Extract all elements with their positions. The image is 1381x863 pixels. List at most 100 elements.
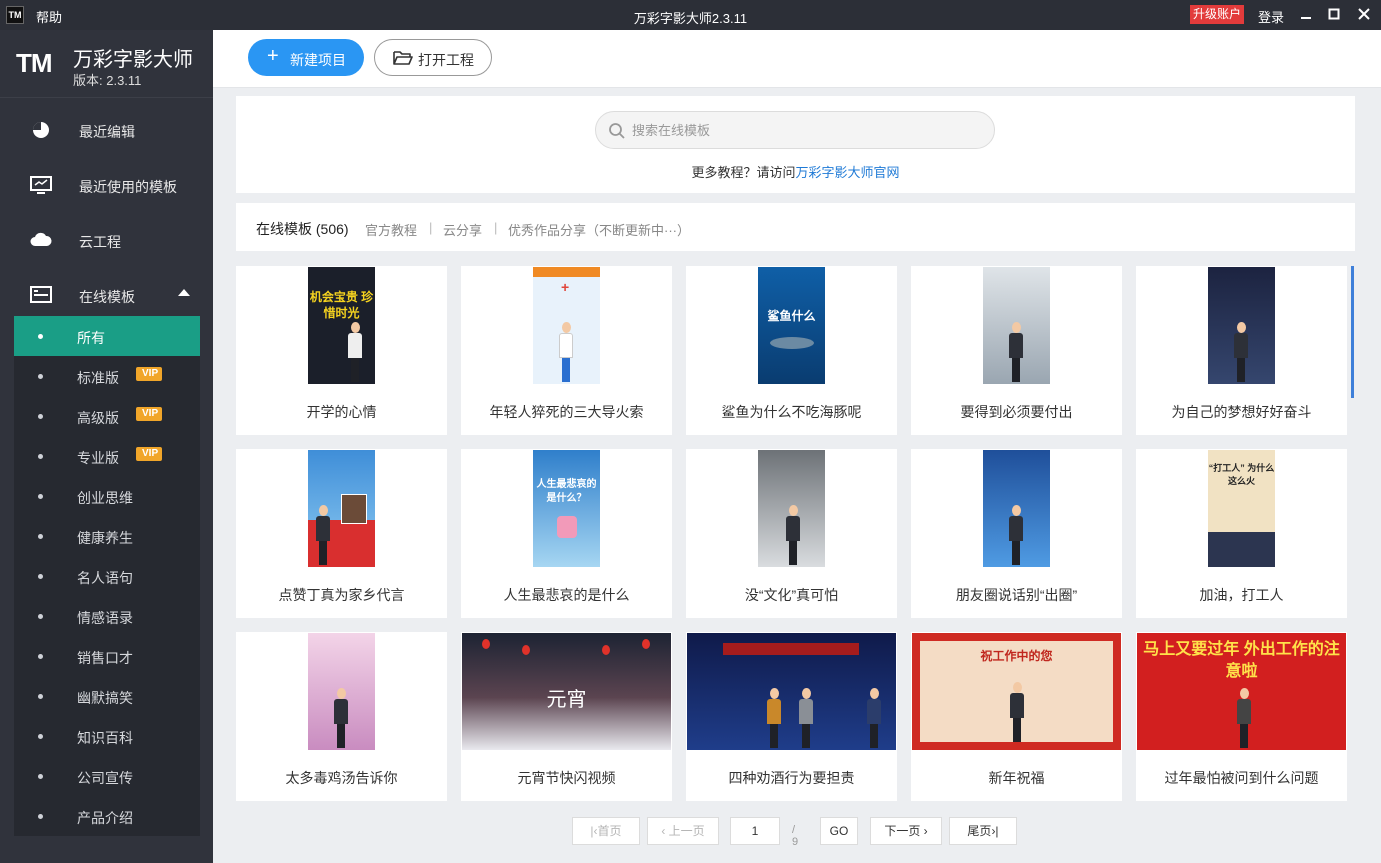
new-project-label: 新建项目 — [290, 52, 346, 68]
thumbnail-text: 人生最悲哀的 是什么？ — [536, 479, 597, 504]
search-input[interactable] — [632, 120, 972, 140]
bullet-icon — [38, 654, 43, 659]
next-page-button[interactable]: 下一页 › — [870, 817, 942, 845]
thumbnail-text: 机会宝贵 珍惜时光 — [309, 290, 374, 320]
upgrade-account-button[interactable]: 升级账户 — [1190, 5, 1245, 24]
template-title: 年轻人猝死的三大导火索 — [489, 404, 644, 420]
template-card[interactable]: 马上又要过年 外出工作的注意啦 过年最怕被问到什么问题 — [1136, 632, 1347, 801]
tab-cloud-share[interactable]: 云分享 — [443, 220, 482, 239]
character-figure — [799, 688, 813, 748]
category-label: 高级版 — [77, 410, 119, 426]
thumbnail-text: 马上又要过年 外出工作的注意啦 — [1143, 641, 1340, 680]
template-thumbnail — [308, 633, 375, 750]
nav-item-cloud-project[interactable]: 云工程 — [0, 212, 213, 267]
grid-scrollbar[interactable] — [1351, 266, 1354, 398]
last-page-button[interactable]: 尾页›| — [949, 817, 1017, 845]
tab-separator: | — [494, 220, 498, 235]
category-label: 销售口才 — [77, 650, 133, 666]
template-card[interactable]: 要得到必须要付出 — [911, 266, 1122, 435]
template-title: 加油，打工人 — [1199, 587, 1284, 603]
minimize-icon[interactable] — [1296, 5, 1316, 25]
nav-item-recent-templates[interactable]: 最近使用的模板 — [0, 157, 213, 212]
template-thumbnail: 元宵 — [462, 633, 671, 750]
prev-page-label: 上一页 — [668, 824, 705, 838]
thumbnail-text: 祝工作中的您 — [980, 649, 1053, 663]
open-project-button[interactable]: 打开工程 — [374, 39, 492, 76]
template-grid: 机会宝贵 珍惜时光 开学的心情 + 年轻人猝死的三大导火索 鲨鱼什么 鲨鱼为什么… — [236, 266, 1355, 801]
character-figure — [1237, 688, 1251, 748]
bullet-icon — [38, 814, 43, 819]
template-title: 太多毒鸡汤告诉你 — [285, 770, 398, 786]
template-title: 要得到必须要付出 — [960, 404, 1073, 420]
category-sales[interactable]: 销售口才 — [14, 636, 200, 676]
official-site-link[interactable]: 万彩字影大师官网 — [796, 165, 900, 180]
go-page-button[interactable]: GO — [820, 817, 858, 845]
template-card[interactable]: 机会宝贵 珍惜时光 开学的心情 — [236, 266, 447, 435]
bullet-icon — [38, 534, 43, 539]
tab-showcase[interactable]: 优秀作品分享（不断更新中···） — [508, 220, 690, 239]
template-thumbnail — [983, 267, 1050, 384]
category-health[interactable]: 健康养生 — [14, 516, 200, 556]
maximize-icon[interactable] — [1324, 5, 1344, 25]
open-project-label: 打开工程 — [418, 52, 474, 68]
bullet-icon — [38, 734, 43, 739]
bullet-icon — [38, 774, 43, 779]
template-card[interactable]: 没“文化”真可怕 — [686, 449, 897, 618]
template-title: 朋友圈说话别“出圈” — [955, 587, 1078, 603]
template-card[interactable]: 点赞丁真为家乡代言 — [236, 449, 447, 618]
nav-label: 云工程 — [79, 234, 121, 250]
template-card[interactable]: 太多毒鸡汤告诉你 — [236, 632, 447, 801]
page-number-input[interactable]: 1 — [730, 817, 780, 845]
bullet-icon — [38, 374, 43, 379]
tab-online-templates[interactable]: 在线模板 (506) — [256, 219, 349, 239]
tab-official-tutorials[interactable]: 官方教程 — [365, 220, 417, 239]
template-card[interactable]: 四种劝酒行为要担责 — [686, 632, 897, 801]
template-card[interactable]: 元宵 元宵节快闪视频 — [461, 632, 672, 801]
category-startup-thinking[interactable]: 创业思维 — [14, 476, 200, 516]
category-all[interactable]: 所有 — [14, 316, 200, 356]
collapse-caret-icon[interactable] — [178, 289, 190, 296]
template-title: 为自己的梦想好好奋斗 — [1171, 404, 1312, 420]
category-advanced[interactable]: 高级版 VIP — [14, 396, 200, 436]
login-button[interactable]: 登录 — [1258, 7, 1284, 26]
category-label: 名人语句 — [77, 570, 133, 586]
template-card[interactable]: 鲨鱼什么 鲨鱼为什么不吃海豚呢 — [686, 266, 897, 435]
nav-item-online-templates[interactable]: 在线模板 — [0, 267, 213, 322]
category-professional[interactable]: 专业版 VIP — [14, 436, 200, 476]
sidebar: TM 万彩字影大师 版本: 2.3.11 最近编辑 最近使用的模板 云工程 在线… — [0, 30, 213, 863]
brand-version: 版本: 2.3.11 — [73, 73, 142, 88]
category-label: 产品介绍 — [77, 810, 133, 826]
template-card[interactable]: 祝工作中的您 新年祝福 — [911, 632, 1122, 801]
template-thumbnail: “打工人” 为什么这么火 — [1208, 450, 1275, 567]
prev-page-button[interactable]: ‹ 上一页 — [647, 817, 719, 845]
new-project-button[interactable]: + 新建项目 — [248, 39, 364, 76]
chevron-left-icon: ‹ — [661, 824, 669, 838]
character-figure — [867, 688, 881, 748]
template-card[interactable]: 为自己的梦想好好奋斗 — [1136, 266, 1347, 435]
close-icon[interactable] — [1354, 5, 1374, 25]
category-knowledge[interactable]: 知识百科 — [14, 716, 200, 756]
character-figure — [1010, 682, 1024, 742]
template-card[interactable]: “打工人” 为什么这么火 加油，打工人 — [1136, 449, 1347, 618]
category-product-intro[interactable]: 产品介绍 — [14, 796, 200, 836]
template-thumbnail: 鲨鱼什么 — [758, 267, 825, 384]
category-company-promo[interactable]: 公司宣传 — [14, 756, 200, 796]
template-card[interactable]: + 年轻人猝死的三大导火索 — [461, 266, 672, 435]
category-emotional-quotes[interactable]: 情感语录 — [14, 596, 200, 636]
nav-label: 在线模板 — [79, 289, 135, 305]
category-famous-quotes[interactable]: 名人语句 — [14, 556, 200, 596]
first-page-button[interactable]: |‹首页 — [572, 817, 640, 845]
search-box[interactable] — [595, 111, 995, 149]
nav-item-recent-edit[interactable]: 最近编辑 — [0, 102, 213, 157]
template-card[interactable]: 朋友圈说话别“出圈” — [911, 449, 1122, 618]
category-humor[interactable]: 幽默搞笑 — [14, 676, 200, 716]
template-title: 过年最怕被问到什么问题 — [1164, 770, 1319, 786]
template-thumbnail — [1208, 267, 1275, 384]
character-figure — [316, 505, 330, 565]
character-figure — [348, 322, 362, 382]
template-card[interactable]: 人生最悲哀的 是什么？ 人生最悲哀的是什么 — [461, 449, 672, 618]
monitor-icon — [30, 175, 52, 194]
last-page-icon: ›| — [991, 824, 999, 838]
bullet-icon — [38, 454, 43, 459]
category-standard[interactable]: 标准版 VIP — [14, 356, 200, 396]
